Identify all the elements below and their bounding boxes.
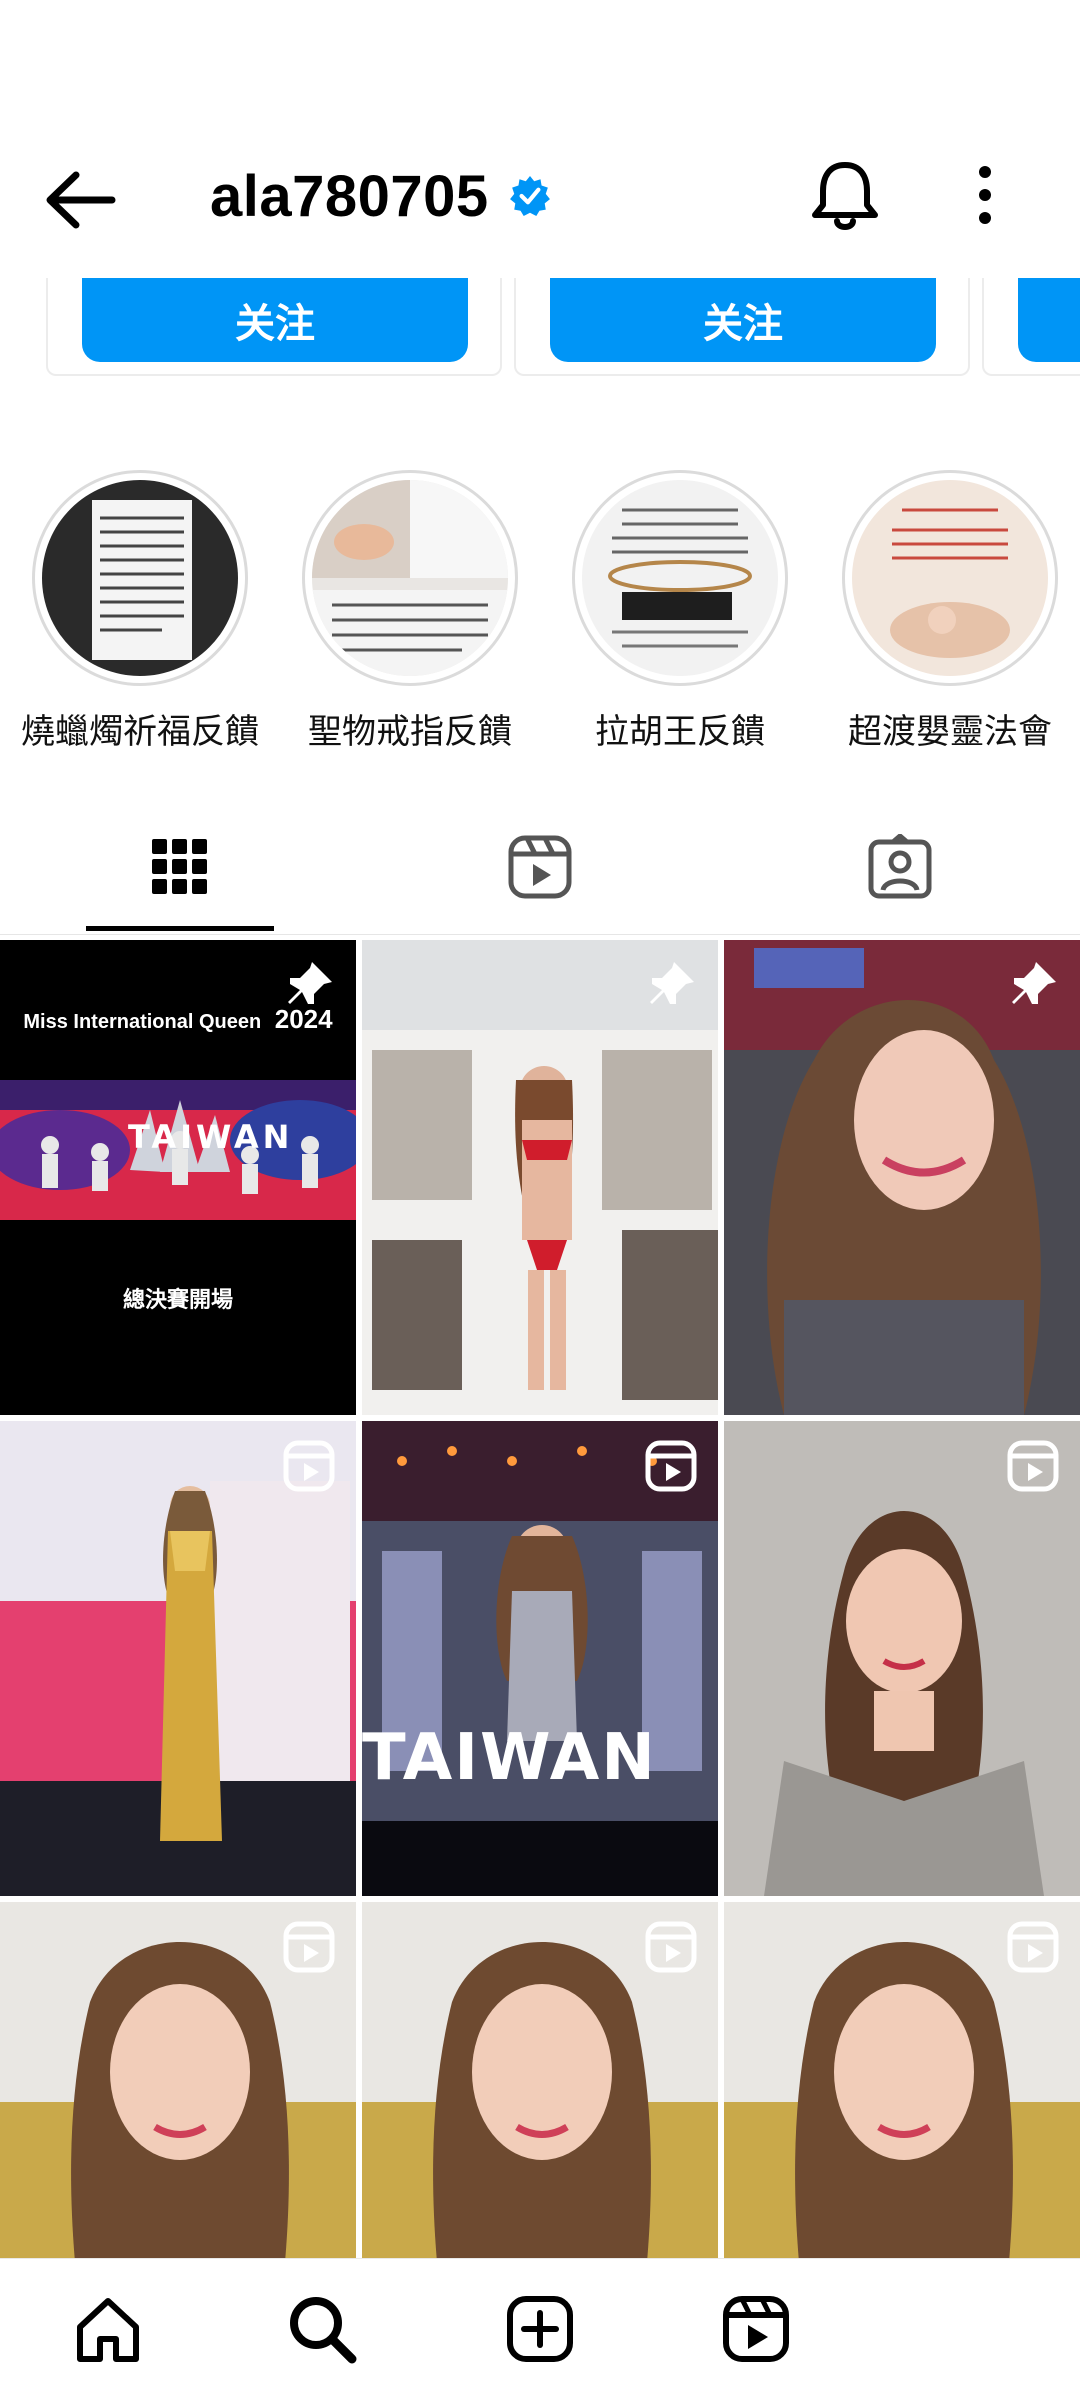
pin-icon <box>1012 962 1056 1004</box>
highlight-ring <box>302 470 518 686</box>
post-tile[interactable]: TAIWAN <box>362 1421 718 1896</box>
divider <box>0 934 1080 935</box>
highlight-label: 燒蠟燭祈福反饋 <box>21 713 259 751</box>
follow-button[interactable]: 关注 <box>550 278 936 362</box>
highlight-item[interactable]: 聖物戒指反饋 <box>275 470 545 753</box>
pin-icon <box>288 962 332 1004</box>
search-icon <box>290 2297 357 2364</box>
grid-icon <box>152 839 207 894</box>
reels-icon <box>508 835 572 899</box>
highlight-item[interactable]: 燒蠟燭祈福反饋 <box>5 470 275 753</box>
post-tile[interactable] <box>0 1421 356 1896</box>
post-tile[interactable] <box>362 1902 718 2258</box>
vertical-ellipsis-icon <box>979 166 991 224</box>
profile-tabs <box>0 800 1080 938</box>
tab-reels[interactable] <box>446 800 634 934</box>
reel-icon <box>1007 1440 1059 1492</box>
post-tile[interactable] <box>724 1902 1080 2258</box>
highlight-label: 拉胡王反饋 <box>595 713 765 751</box>
highlight-label: 聖物戒指反饋 <box>308 713 512 751</box>
verified-badge-icon <box>509 176 550 216</box>
post-tile[interactable]: Miss International Queen 2024 TAIWAN 總決賽… <box>0 940 356 1415</box>
nav-home[interactable] <box>66 2287 150 2371</box>
tagged-person-icon <box>868 834 932 899</box>
stage-text: TAIWAN <box>362 1721 657 1795</box>
profile-title: ala780705 <box>210 156 551 236</box>
highlight-thumbnail <box>582 480 778 676</box>
post-tile[interactable] <box>362 940 718 1415</box>
home-icon <box>77 2298 139 2362</box>
highlight-ring <box>572 470 788 686</box>
highlight-label: 超渡嬰靈法會 <box>848 713 1052 751</box>
tab-tagged[interactable] <box>806 800 994 934</box>
more-options-button[interactable] <box>965 160 1005 230</box>
bell-icon <box>812 162 878 230</box>
reel-icon <box>283 1921 335 1973</box>
nav-create[interactable] <box>498 2287 582 2371</box>
reel-icon <box>645 1440 697 1492</box>
highlight-ring <box>842 470 1058 686</box>
reel-icon <box>283 1440 335 1492</box>
nav-search[interactable] <box>280 2287 364 2371</box>
tab-posts[interactable] <box>86 800 274 934</box>
post-tile[interactable] <box>0 1902 356 2258</box>
stage-text: TAIWAN <box>128 1118 294 1156</box>
post-tile[interactable] <box>724 940 1080 1415</box>
add-post-icon <box>507 2296 573 2362</box>
highlight-item[interactable]: 拉胡王反饋 <box>545 470 815 753</box>
nav-reels[interactable] <box>714 2287 798 2371</box>
reels-icon <box>723 2296 789 2362</box>
bottom-navigation <box>0 2258 1080 2397</box>
highlight-thumbnail <box>42 480 238 676</box>
post-caption: 總決賽開場 <box>122 1287 233 1312</box>
back-button[interactable] <box>40 155 130 245</box>
highlight-thumbnail <box>852 480 1048 676</box>
follow-button[interactable]: 关注 <box>82 278 468 362</box>
post-tile[interactable] <box>724 1421 1080 1896</box>
highlight-thumbnail <box>312 480 508 676</box>
reel-icon <box>1007 1921 1059 1973</box>
pin-icon <box>650 962 694 1004</box>
follow-button-partial[interactable] <box>1018 278 1080 362</box>
username: ala780705 <box>210 163 489 229</box>
reel-icon <box>645 1921 697 1973</box>
arrow-left-icon <box>46 171 116 229</box>
active-tab-indicator <box>86 926 274 931</box>
story-highlights: 燒蠟燭祈福反饋 聖物戒指反饋 拉胡王反饋 超渡嬰靈法會 <box>0 470 1080 760</box>
highlight-ring <box>32 470 248 686</box>
notifications-button[interactable] <box>805 155 885 235</box>
highlight-item[interactable]: 超渡嬰靈法會 <box>815 470 1080 753</box>
posts-grid: Miss International Queen 2024 TAIWAN 總決賽… <box>0 940 1080 2258</box>
profile-header: ala780705 <box>0 0 1080 278</box>
suggested-accounts: 关注 关注 <box>0 278 1080 418</box>
pageant-title: Miss International Queen <box>23 1011 262 1033</box>
